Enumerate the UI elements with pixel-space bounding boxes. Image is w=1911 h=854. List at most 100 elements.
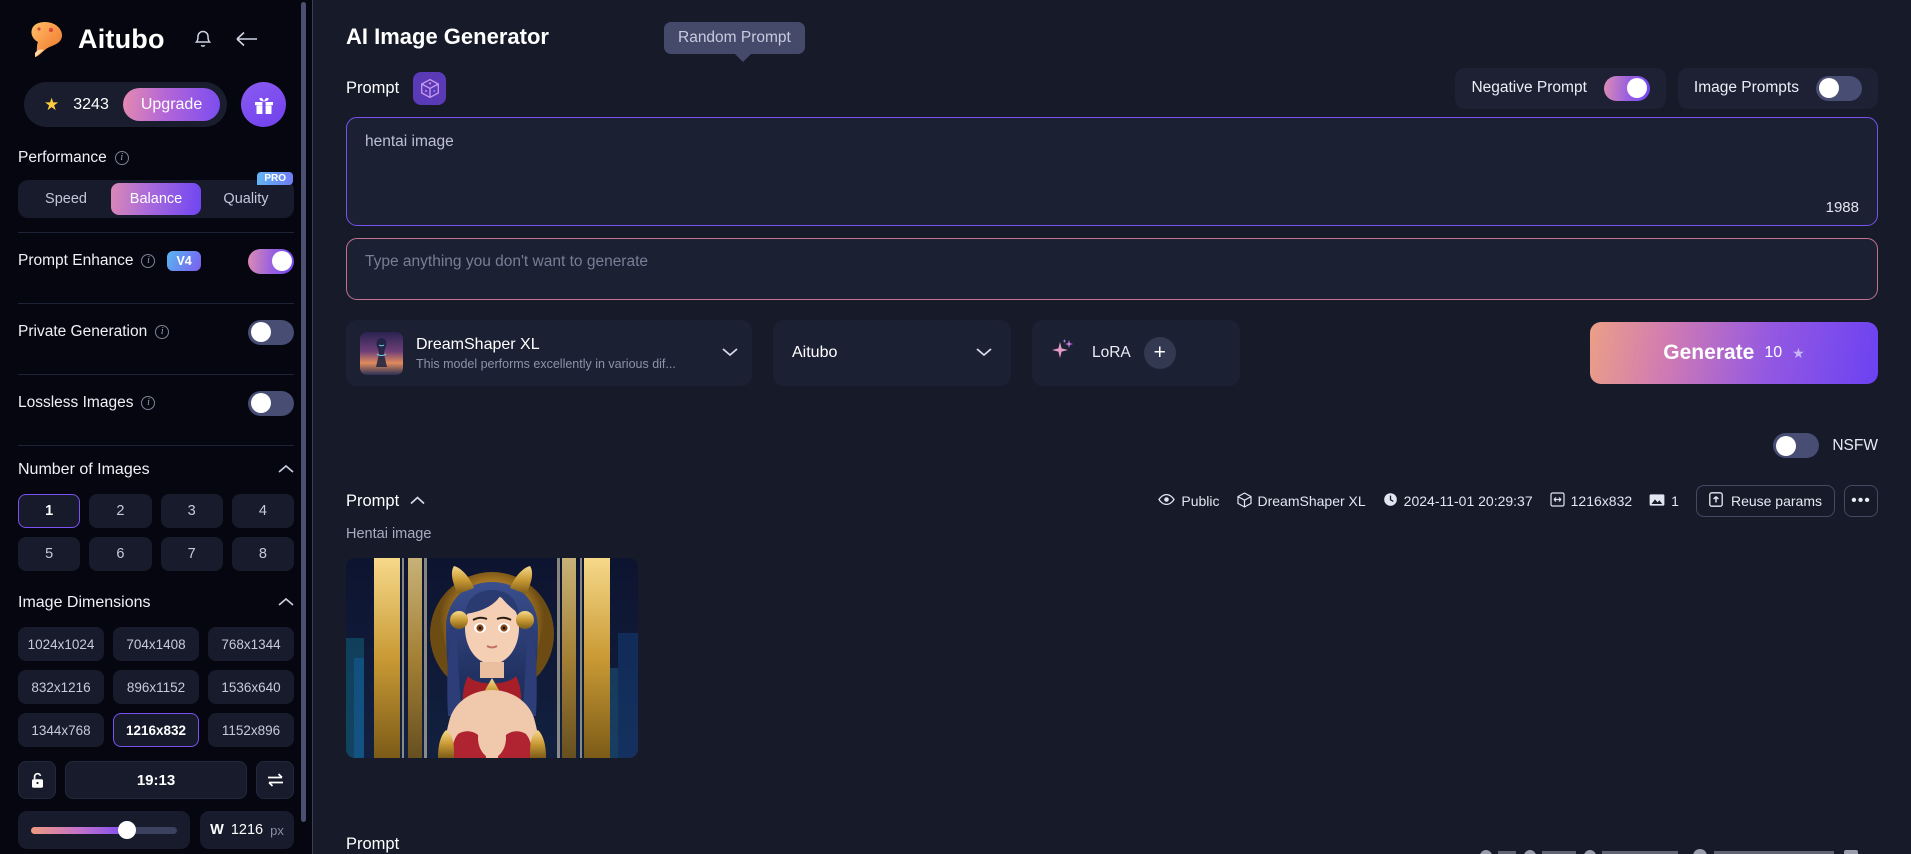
- model-meta: DreamShaper XL: [1236, 491, 1366, 511]
- model-selector[interactable]: DreamShaper XL This model performs excel…: [346, 320, 752, 386]
- aspect-ratio-value[interactable]: 19:13: [65, 761, 247, 799]
- dim-1536x640[interactable]: 1536x640: [208, 670, 294, 704]
- dim-896x1152[interactable]: 896x1152: [113, 670, 199, 704]
- visibility-meta: Public: [1158, 493, 1220, 509]
- prompt-enhance-label: Prompt Enhance: [18, 252, 134, 269]
- number-of-images-title: Number of Images: [18, 461, 150, 478]
- bell-icon[interactable]: [193, 29, 213, 50]
- num-images-2[interactable]: 2: [89, 494, 152, 528]
- aitubo-logo-icon: [26, 19, 68, 59]
- num-images-7[interactable]: 7: [160, 537, 223, 571]
- width-value-box[interactable]: W 1216 px: [200, 811, 294, 849]
- gift-icon[interactable]: [241, 82, 287, 127]
- count-value: 1: [1671, 493, 1679, 509]
- prompt-char-count: 1988: [1825, 199, 1859, 216]
- lora-selector[interactable]: LoRA +: [1032, 320, 1240, 386]
- dice-icon[interactable]: [413, 71, 447, 105]
- reuse-params-button[interactable]: Reuse params: [1695, 485, 1835, 517]
- performance-option-quality[interactable]: Quality PRO: [201, 172, 293, 215]
- add-lora-icon[interactable]: +: [1143, 337, 1176, 369]
- generate-cost: 10: [1764, 344, 1783, 361]
- image-dimensions-grid: 1024x1024 704x1408 768x1344: [18, 627, 294, 661]
- num-images-8[interactable]: 8: [231, 537, 294, 571]
- main-panel: AI Image Generator Random Prompt Prompt …: [312, 0, 1911, 854]
- num-images-3[interactable]: 3: [160, 494, 223, 528]
- info-icon[interactable]: i: [114, 151, 129, 165]
- unlock-icon[interactable]: [18, 761, 56, 799]
- generate-button[interactable]: Generate 10 ★: [1590, 322, 1878, 384]
- credit-amount: 3243: [73, 95, 109, 113]
- image-icon: [1649, 493, 1665, 510]
- chevron-down-icon[interactable]: [722, 344, 738, 362]
- info-icon[interactable]: i: [141, 254, 156, 268]
- lora-label: LoRA: [1092, 344, 1131, 361]
- info-icon[interactable]: i: [141, 396, 156, 410]
- random-prompt-tooltip: Random Prompt: [664, 22, 805, 62]
- star-icon: ★: [44, 94, 60, 114]
- dim-1344x768[interactable]: 1344x768: [18, 713, 104, 747]
- v4-badge: V4: [167, 251, 201, 271]
- dim-1024x1024[interactable]: 1024x1024: [18, 627, 104, 661]
- width-row: W 1216 px: [18, 811, 294, 849]
- image-dimensions-grid-2: 832x1216 896x1152 1536x640: [18, 670, 294, 704]
- performance-option-speed[interactable]: Speed: [21, 183, 111, 215]
- provider-value: Aitubo: [792, 344, 838, 361]
- upgrade-button[interactable]: Upgrade: [122, 88, 221, 121]
- model-cube-icon: [1236, 491, 1252, 511]
- number-of-images-grid-2: 5 6 7 8: [18, 537, 294, 571]
- num-images-4[interactable]: 4: [231, 494, 294, 528]
- app-root: Aitubo ★ 3243 Upgrade Performance i Spee…: [0, 0, 1911, 854]
- lossless-images-toggle[interactable]: [248, 390, 294, 416]
- dim-1216x832[interactable]: 1216x832: [113, 713, 199, 747]
- generated-image-thumbnail[interactable]: [346, 558, 638, 758]
- model-row: DreamShaper XL This model performs excel…: [313, 320, 1911, 386]
- model-thumbnail: [360, 331, 403, 375]
- prompt-input[interactable]: hentai image 1988: [346, 117, 1878, 226]
- negative-prompt-toggle-card[interactable]: Negative Prompt: [1455, 67, 1666, 109]
- image-prompts-toggle-card[interactable]: Image Prompts: [1677, 67, 1878, 109]
- number-of-images-header[interactable]: Number of Images: [18, 446, 294, 494]
- chevron-up-icon[interactable]: [410, 492, 425, 510]
- dim-768x1344[interactable]: 768x1344: [208, 627, 294, 661]
- result-prompt-title: Prompt: [346, 491, 400, 510]
- prompt-input-value: hentai image: [365, 133, 454, 150]
- back-arrow-icon[interactable]: [235, 30, 258, 48]
- dim-1152x896[interactable]: 1152x896: [208, 713, 294, 747]
- prompt-label: Prompt: [346, 78, 400, 97]
- image-prompts-toggle[interactable]: [1816, 75, 1862, 101]
- reuse-icon: [1709, 492, 1723, 510]
- negative-prompt-toggle[interactable]: [1603, 75, 1650, 101]
- timestamp-value: 2024-11-01 20:29:37: [1403, 493, 1533, 509]
- dim-832x1216[interactable]: 832x1216: [18, 670, 104, 704]
- more-options-button[interactable]: •••: [1844, 485, 1878, 517]
- prompt-enhance-toggle[interactable]: [248, 248, 294, 274]
- negative-prompt-label: Negative Prompt: [1471, 79, 1587, 96]
- info-icon[interactable]: i: [155, 325, 170, 339]
- image-dimensions-title: Image Dimensions: [18, 594, 151, 611]
- nsfw-label: NSFW: [1832, 436, 1878, 454]
- credit-row: ★ 3243 Upgrade: [18, 82, 294, 127]
- performance-option-balance[interactable]: Balance: [111, 183, 201, 215]
- dim-704x1408[interactable]: 704x1408: [113, 627, 199, 661]
- provider-selector[interactable]: Aitubo: [773, 320, 1011, 386]
- swap-icon[interactable]: [256, 761, 294, 799]
- generate-label: Generate: [1663, 341, 1755, 364]
- chevron-down-icon[interactable]: [976, 344, 992, 362]
- image-dimensions-grid-3: 1344x768 1216x832 1152x896: [18, 713, 294, 747]
- chevron-up-icon[interactable]: [278, 461, 294, 479]
- image-prompts-label: Image Prompts: [1693, 79, 1799, 96]
- nsfw-toggle[interactable]: [1773, 433, 1820, 458]
- num-images-5[interactable]: 5: [18, 537, 81, 571]
- lossless-images-label: Lossless Images: [18, 394, 134, 411]
- star-icon: ★: [1792, 344, 1805, 361]
- num-images-6[interactable]: 6: [89, 537, 152, 571]
- chevron-up-icon[interactable]: [278, 594, 294, 612]
- private-generation-toggle[interactable]: [248, 319, 294, 345]
- private-generation-row: Private Generation i: [18, 304, 294, 360]
- width-slider[interactable]: [18, 811, 190, 849]
- negative-prompt-input[interactable]: Type anything you don't want to generate: [346, 238, 1878, 300]
- num-images-1[interactable]: 1: [18, 494, 81, 528]
- model-value: DreamShaper XL: [1257, 493, 1366, 509]
- image-dimensions-header[interactable]: Image Dimensions: [18, 579, 294, 627]
- sidebar-scrollbar[interactable]: [301, 2, 306, 822]
